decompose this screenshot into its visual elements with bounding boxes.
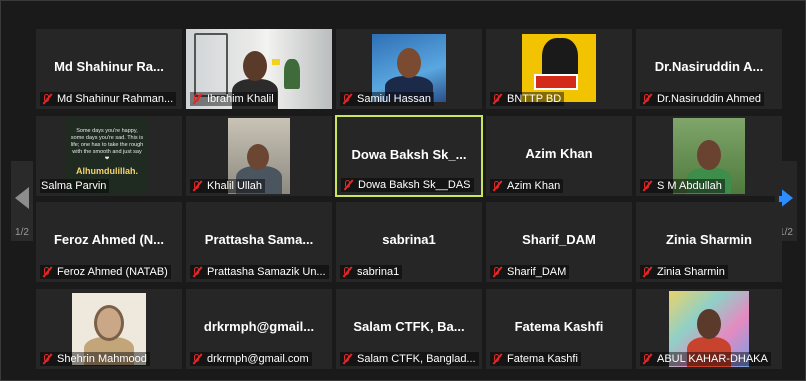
participant-label: S M Abdullah [640, 179, 725, 193]
participant-name: drkrmph@gmail... [203, 319, 315, 334]
participant-label: Salam CTFK, Banglad... [340, 352, 479, 366]
participant-label: Sharif_DAM [490, 265, 570, 279]
avatar-caption: Alhumdulillah. [76, 166, 138, 176]
participant-tile[interactable]: Prattasha Sama... Prattasha Samazik Un..… [186, 202, 332, 282]
participant-label: Shehrin Mahmood [40, 352, 150, 366]
participant-label: Md Shahinur Rahman... [40, 92, 177, 106]
mic-muted-icon [491, 93, 503, 105]
mic-muted-icon [341, 93, 353, 105]
mic-muted-icon [191, 353, 203, 365]
meeting-gallery-view: 1/2 1/2 Md Shahinur Ra... Md Shahinur Ra… [0, 0, 806, 381]
participant-name: Fatema Kashfi [514, 319, 604, 334]
participant-label: Azim Khan [490, 179, 564, 193]
mic-muted-icon [641, 353, 653, 365]
mic-muted-icon [341, 353, 353, 365]
mic-muted-icon [491, 180, 503, 192]
participant-name: Sharif_DAM [522, 232, 596, 247]
mic-muted-icon [641, 180, 653, 192]
participant-tile[interactable]: Some days you're happy, some days you're… [36, 116, 182, 196]
participant-tile[interactable]: Salam CTFK, Ba... Salam CTFK, Banglad... [336, 289, 482, 369]
participant-tile[interactable]: Ibrahim Khalil [186, 29, 332, 109]
participant-tile[interactable]: sabrina1 sabrina1 [336, 202, 482, 282]
previous-page-button[interactable]: 1/2 [11, 161, 33, 241]
participant-name: Md Shahinur Ra... [54, 59, 164, 74]
participant-tile-active-speaker[interactable]: Dowa Baksh Sk_... Dowa Baksh Sk__DAS [335, 115, 483, 197]
mic-muted-icon [491, 353, 503, 365]
participant-label: sabrina1 [340, 265, 403, 279]
participant-tile[interactable]: S M Abdullah [636, 116, 782, 196]
mic-muted-icon [641, 93, 653, 105]
participant-label: drkrmph@gmail.com [190, 352, 312, 366]
participant-tile[interactable]: Zinia Sharmin Zinia Sharmin [636, 202, 782, 282]
participant-tile[interactable]: Sharif_DAM Sharif_DAM [486, 202, 632, 282]
participant-label: Feroz Ahmed (NATAB) [40, 265, 171, 279]
mic-muted-icon [641, 266, 653, 278]
participant-label: Prattasha Samazik Un... [190, 265, 329, 279]
mic-muted-icon [491, 266, 503, 278]
participant-name: Salam CTFK, Ba... [353, 319, 465, 334]
participant-name: Zinia Sharmin [666, 232, 752, 247]
participant-name: Dowa Baksh Sk_... [351, 147, 467, 162]
participant-label: Zinia Sharmin [640, 265, 728, 279]
participant-name: Dr.Nasiruddin A... [654, 59, 764, 74]
participant-name: Azim Khan [525, 146, 593, 161]
participant-label: ABUL KAHAR-DHAKA [640, 352, 771, 366]
mic-muted-icon [191, 93, 203, 105]
participant-tile[interactable]: Feroz Ahmed (N... Feroz Ahmed (NATAB) [36, 202, 182, 282]
participant-name: Feroz Ahmed (N... [53, 232, 165, 247]
participant-tile[interactable]: drkrmph@gmail... drkrmph@gmail.com [186, 289, 332, 369]
participant-name: sabrina1 [382, 232, 436, 247]
participant-label: Khalil Ullah [190, 179, 266, 193]
mic-muted-icon [41, 93, 53, 105]
participant-tile[interactable]: Dr.Nasiruddin A... Dr.Nasiruddin Ahmed [636, 29, 782, 109]
mic-muted-icon [341, 266, 353, 278]
participant-label: Samiul Hassan [340, 92, 434, 106]
participant-tile[interactable]: Shehrin Mahmood [36, 289, 182, 369]
page-indicator-left: 1/2 [15, 227, 29, 238]
participant-tile[interactable]: Md Shahinur Ra... Md Shahinur Rahman... [36, 29, 182, 109]
mic-muted-icon [41, 266, 53, 278]
participant-tile[interactable]: ABUL KAHAR-DHAKA [636, 289, 782, 369]
participant-label: Dr.Nasiruddin Ahmed [640, 92, 764, 106]
participant-label: BNTTP BD [490, 92, 565, 106]
chevron-left-icon [15, 187, 29, 209]
participant-label: Salma Parvin [40, 179, 110, 193]
participant-tile[interactable]: Azim Khan Azim Khan [486, 116, 632, 196]
avatar-quote-text: Some days you're happy, some days you're… [70, 128, 144, 162]
participant-tile[interactable]: Fatema Kashfi Fatema Kashfi [486, 289, 632, 369]
participant-name: Prattasha Sama... [204, 232, 314, 247]
mic-muted-icon [191, 266, 203, 278]
mic-muted-icon [41, 353, 53, 365]
participant-label: Ibrahim Khalil [190, 92, 277, 106]
participant-tile[interactable]: BNTTP BD [486, 29, 632, 109]
participant-tile[interactable]: Samiul Hassan [336, 29, 482, 109]
participant-label: Dowa Baksh Sk__DAS [341, 178, 474, 192]
mic-muted-icon [342, 179, 354, 191]
participant-label: Fatema Kashfi [490, 352, 581, 366]
participant-tile[interactable]: Khalil Ullah [186, 116, 332, 196]
mic-muted-icon [191, 180, 203, 192]
